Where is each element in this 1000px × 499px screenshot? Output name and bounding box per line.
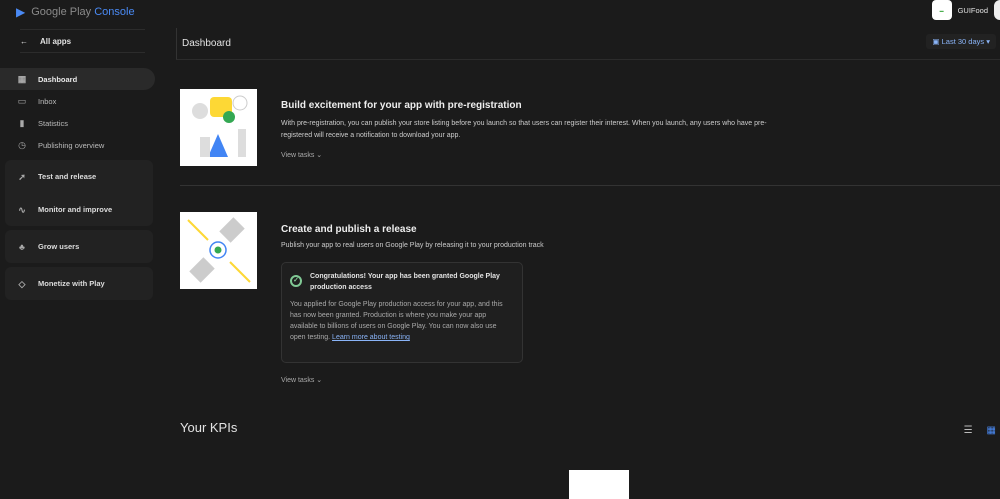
app-switcher[interactable]: ▬ GUIFood <box>931 0 1000 20</box>
card-title: Create and publish a release <box>281 224 417 235</box>
sidebar-item-grow-users[interactable]: ♣ Grow users <box>5 230 153 263</box>
statistics-icon: ▮ <box>19 118 25 128</box>
card-title: Build excitement for your app with pre-r… <box>281 100 522 111</box>
page-header: Dashboard ▣ Last 30 days ▾ <box>176 28 1000 60</box>
sidebar-group-grow: ♣ Grow users <box>5 230 153 263</box>
sidebar-item-inbox[interactable]: ▭ Inbox <box>0 90 155 112</box>
publishing-icon: ◷ <box>18 140 26 150</box>
learn-more-link[interactable]: Learn more about testing <box>332 334 410 341</box>
list-view-icon[interactable]: ☰ <box>964 425 973 436</box>
calendar-icon: ▣ <box>932 37 940 46</box>
page-title: Dashboard <box>182 38 231 49</box>
tag-icon: ◇ <box>18 278 26 289</box>
arrow-back-icon: ← <box>20 36 28 46</box>
sidebar-group-release: ➚ Test and release ∿ Monitor and improve <box>5 160 153 226</box>
kpi-illustration <box>569 470 629 499</box>
sidebar-item-statistics[interactable]: ▮ Statistics <box>0 112 155 134</box>
play-console-logo[interactable]: ▶ Google Play Console <box>16 5 135 19</box>
pre-registration-illustration <box>180 89 257 166</box>
release-illustration <box>180 212 257 289</box>
grow-icon: ♣ <box>19 241 25 252</box>
card-body: Publish your app to real users on Google… <box>281 242 544 249</box>
kpis-title: Your KPIs <box>180 420 238 435</box>
sidebar-item-publishing-overview[interactable]: ◷ Publishing overview <box>0 134 155 156</box>
card-body: With pre-registration, you can publish y… <box>281 120 767 139</box>
sidebar-item-dashboard[interactable]: ▦ Dashboard <box>0 68 155 90</box>
sidebar-item-monitor[interactable]: ∿ Monitor and improve <box>5 193 153 226</box>
view-toggle: ☰ ▦ <box>964 425 996 436</box>
sidebar-item-monetize[interactable]: ◇ Monetize with Play <box>5 267 153 300</box>
chevron-down-icon: ⌄ <box>316 152 323 159</box>
view-tasks-button[interactable]: View tasks ⌄ <box>281 151 771 159</box>
rocket-icon: ➚ <box>18 171 26 182</box>
dashboard-icon: ▦ <box>17 74 27 84</box>
inbox-icon: ▭ <box>17 96 27 106</box>
view-tasks-button[interactable]: View tasks ⌄ <box>281 376 322 384</box>
check-circle-icon: ✓ <box>290 275 302 287</box>
grid-view-icon[interactable]: ▦ <box>987 425 996 436</box>
sidebar-nav: ▦ Dashboard ▭ Inbox ▮ Statistics ◷ Publishin… <box>0 68 155 300</box>
chevron-down-icon: ⌄ <box>316 377 323 384</box>
date-range-select[interactable]: ▣ Last 30 days ▾ <box>926 34 996 49</box>
all-apps-link[interactable]: ← All apps <box>20 29 145 53</box>
divider <box>180 185 1000 186</box>
dropdown-icon: ▾ <box>986 37 990 46</box>
sidebar-item-test-release[interactable]: ➚ Test and release <box>5 160 153 193</box>
pulse-icon: ∿ <box>18 204 26 215</box>
avatar[interactable] <box>994 0 1000 20</box>
app-logo: ▬ <box>931 0 952 20</box>
play-logo-icon: ▶ <box>16 5 26 19</box>
sidebar-group-monetize: ◇ Monetize with Play <box>5 267 153 300</box>
production-access-notice: ✓ Congratulations! Your app has been gran… <box>281 262 523 363</box>
